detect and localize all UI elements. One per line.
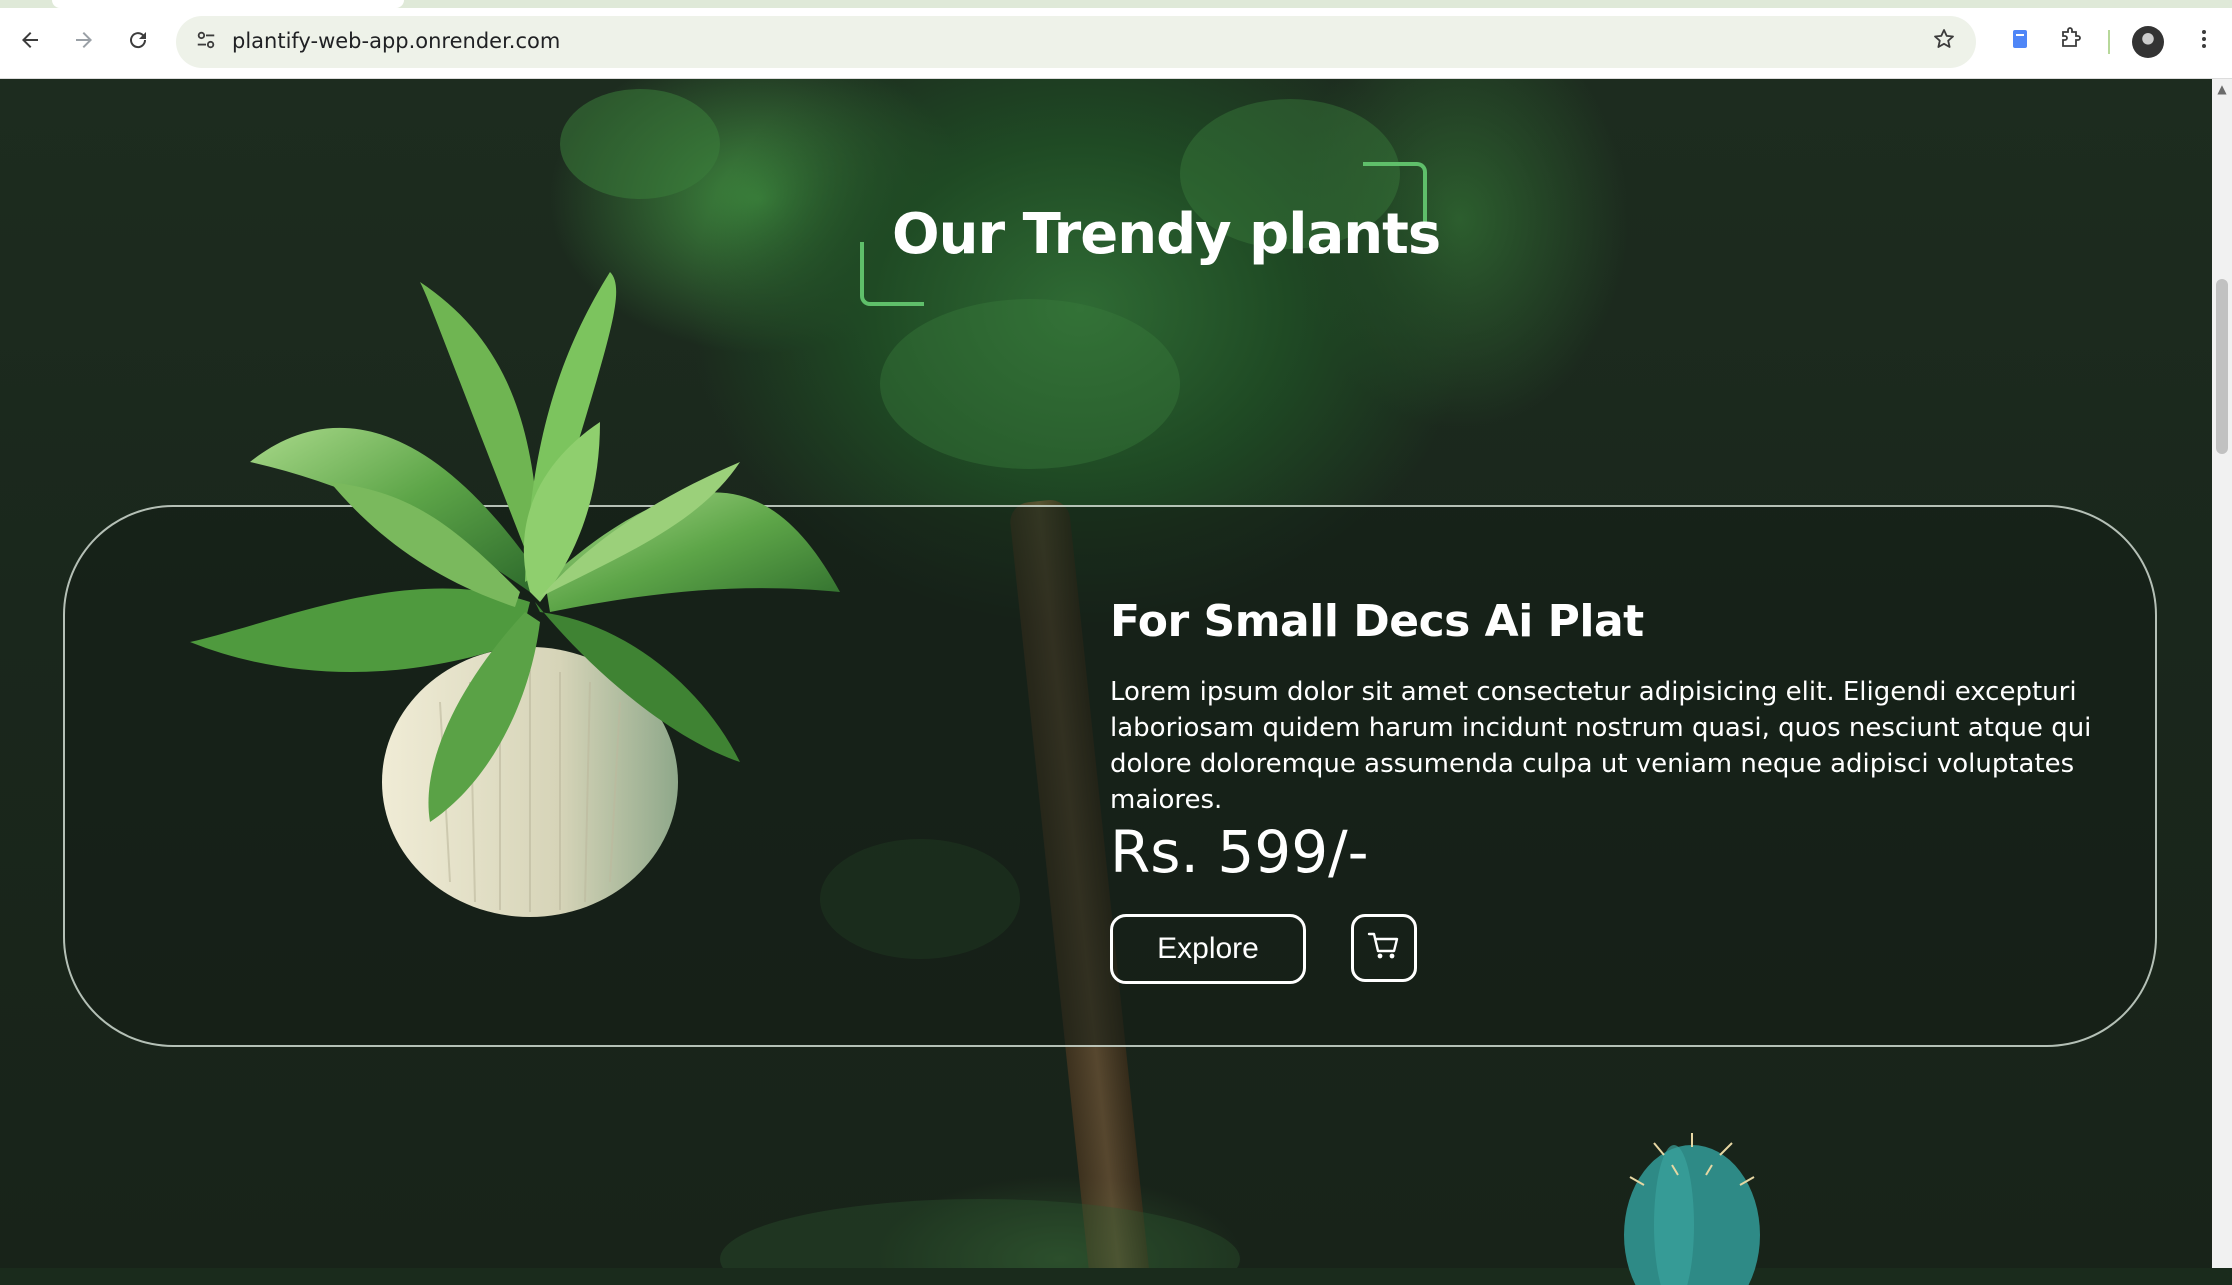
reload-button[interactable]: [116, 20, 160, 64]
back-button[interactable]: [8, 20, 52, 64]
browser-menu-button[interactable]: [2184, 22, 2224, 62]
tab-strip: [0, 0, 2232, 8]
url-text[interactable]: plantify-web-app.onrender.com: [232, 29, 560, 53]
background-foliage: [560, 89, 720, 199]
explore-button[interactable]: Explore: [1110, 914, 1306, 984]
arrow-left-icon: [18, 26, 42, 59]
section-heading: Our Trendy plants: [892, 202, 1441, 267]
arrow-right-icon: [72, 26, 96, 59]
scrollbar-thumb[interactable]: [2216, 279, 2228, 454]
browser-toolbar: plantify-web-app.onrender.com: [0, 0, 2232, 79]
extension-button[interactable]: [2000, 22, 2040, 62]
site-info-button[interactable]: [190, 26, 222, 58]
active-tab[interactable]: [52, 0, 404, 8]
reload-icon: [126, 26, 150, 59]
cart-icon: [1367, 931, 1401, 965]
product-title: For Small Decs Ai Plat: [1110, 596, 1644, 647]
potted-plant-image: [190, 272, 840, 917]
background-pot: [720, 1199, 1240, 1268]
forward-button[interactable]: [62, 20, 106, 64]
tune-icon: [195, 29, 217, 56]
background-foliage: [880, 299, 1180, 469]
star-icon: [1932, 27, 1956, 58]
toolbar-divider: [2108, 30, 2110, 54]
kebab-menu-icon: [2192, 27, 2216, 57]
bookmark-button[interactable]: [1926, 24, 1962, 60]
product-price: Rs. 599/-: [1110, 818, 1369, 886]
document-icon: [2008, 27, 2032, 57]
page-scrollbar[interactable]: ▲: [2212, 79, 2232, 1268]
cactus-image: [1624, 1133, 1760, 1285]
extensions-button[interactable]: [2050, 22, 2090, 62]
scroll-up-icon[interactable]: ▲: [2216, 83, 2228, 95]
add-to-cart-button[interactable]: [1351, 914, 1417, 982]
puzzle-icon: [2058, 27, 2082, 57]
profile-avatar[interactable]: [2132, 26, 2164, 58]
address-bar[interactable]: plantify-web-app.onrender.com: [176, 16, 1976, 68]
product-description: Lorem ipsum dolor sit amet consectetur a…: [1110, 677, 2092, 815]
